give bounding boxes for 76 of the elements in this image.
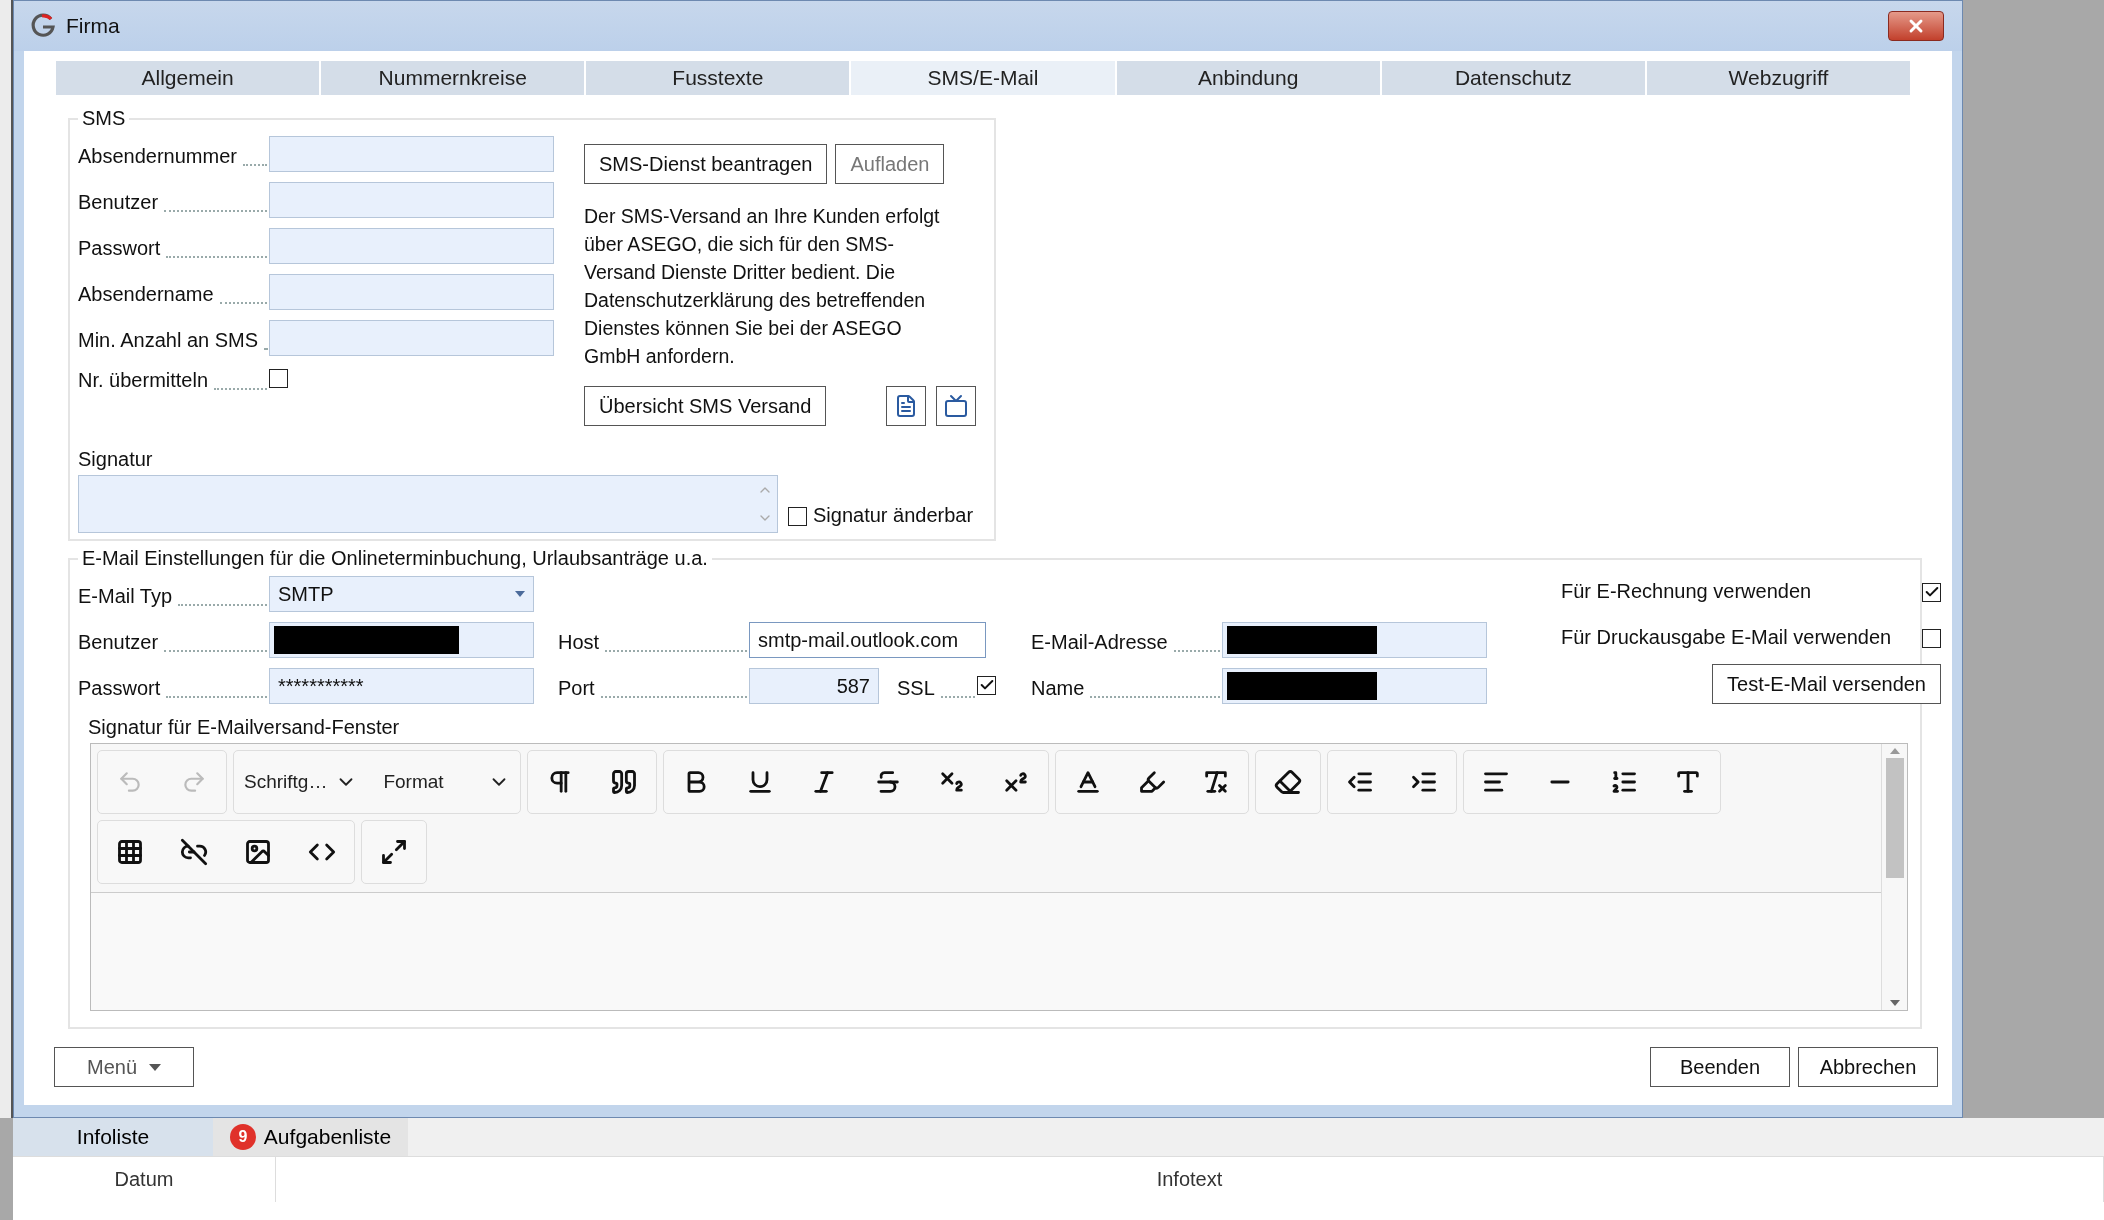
scrollbar[interactable]	[1881, 744, 1907, 1010]
input-field[interactable]	[269, 182, 554, 218]
tv-icon[interactable]	[936, 386, 977, 426]
field-label: SSL	[897, 677, 935, 701]
info-document-icon[interactable]	[886, 386, 927, 426]
field-label: Passwort	[78, 677, 161, 701]
group-legend: SMS	[78, 107, 130, 130]
test-email-button[interactable]: Test-E-Mail versenden	[1712, 664, 1941, 704]
window-title: Firma	[66, 14, 121, 38]
footer-button[interactable]: Beenden	[1650, 1047, 1790, 1087]
font-dropdown[interactable]: Schriftg…	[244, 771, 358, 793]
input-field[interactable]	[269, 274, 554, 310]
field-label: Nr. übermitteln	[78, 369, 209, 393]
tab-label: Aufgabenliste	[263, 1125, 392, 1149]
input-field[interactable]: smtp-mail.outlook.com	[749, 622, 986, 658]
dropdown-arrow-icon	[515, 591, 525, 597]
group-legend: E-Mail Einstellungen für die Onlineterminbuchung, Urlaubsanträge u.a.	[78, 547, 712, 570]
input-field[interactable]: 587	[749, 668, 879, 704]
panel-tab[interactable]: 9 Aufgabenliste	[213, 1118, 408, 1156]
info-text: Der SMS-Versand an Ihre Kunden erfolgt über ASEGO, die sich für den SMS-Versand Dienste Dritter bedient. Die Datenschutzerklärung des betreffenden Dienstes können Sie bei der ASEGO GmbH anfordern.	[584, 204, 941, 369]
tab[interactable]: Fusstexte	[586, 61, 852, 95]
dropdown-arrow-icon	[149, 1063, 161, 1071]
column-header: Infotext	[276, 1157, 2104, 1202]
input-field[interactable]	[269, 622, 534, 658]
input-field[interactable]	[269, 136, 554, 172]
overview-button[interactable]: Übersicht SMS Versand	[584, 386, 827, 426]
leader-line	[1173, 650, 1220, 652]
tab[interactable]: SMS/E-Mail	[851, 61, 1117, 95]
tab[interactable]: Webzugriff	[1646, 61, 1912, 95]
field-label: E-Mail-Adresse	[1031, 631, 1168, 655]
tab-label: Infoliste	[76, 1125, 150, 1149]
field-label: Absendername	[78, 283, 214, 307]
leader-line	[940, 696, 975, 698]
checkbox-label: Für Druckausgabe E-Mail verwenden	[1561, 625, 1892, 650]
field-label: Signatur für E-Mailversand-Fenster	[88, 716, 401, 739]
tab[interactable]: Allgemein	[56, 61, 322, 95]
field-label: Name	[1031, 677, 1085, 701]
close-button[interactable]	[1888, 11, 1944, 41]
field-label: E-Mail Typ	[78, 585, 173, 609]
footer-button[interactable]: Abbrechen	[1798, 1047, 1938, 1087]
field-label: Signatur	[78, 448, 153, 472]
field-label: Benutzer	[78, 631, 159, 655]
count-badge: 9	[229, 1124, 256, 1150]
field-label: Benutzer	[78, 191, 159, 215]
menu-button[interactable]: Menü	[54, 1047, 194, 1087]
input-field[interactable]	[269, 228, 554, 264]
field-label: Passwort	[78, 237, 161, 261]
panel-tab[interactable]: Infoliste	[13, 1118, 213, 1156]
column-header: Datum	[13, 1157, 276, 1202]
tab[interactable]: Anbindung	[1116, 61, 1382, 95]
scroll-up-icon[interactable]	[1889, 748, 1900, 754]
input-field[interactable]	[269, 320, 554, 356]
checkbox[interactable]	[1922, 628, 1941, 648]
checkbox-label: Signatur änderbar	[813, 504, 974, 528]
field-label: Host	[558, 631, 600, 655]
tab[interactable]: Nummernkreise	[321, 61, 587, 95]
field-label: Absendernummer	[78, 145, 237, 169]
leader-line	[214, 388, 267, 390]
checkbox-label: Für E-Rechnung verwenden	[1561, 579, 1812, 604]
checkbox[interactable]	[788, 507, 807, 526]
input-field[interactable]: ***********	[269, 668, 534, 704]
logo-icon	[30, 13, 56, 39]
leader-line	[219, 302, 267, 304]
action-button[interactable]: SMS-Dienst beantragen	[584, 144, 828, 184]
scroll-down-icon[interactable]	[1889, 1000, 1900, 1006]
tab[interactable]: Datenschutz	[1381, 61, 1647, 95]
checkbox[interactable]	[269, 368, 288, 388]
email-type-dropdown[interactable]: SMTP	[269, 576, 534, 612]
format-dropdown[interactable]: Format	[383, 771, 510, 793]
input-field[interactable]	[1222, 668, 1487, 704]
checkbox[interactable]	[977, 675, 996, 695]
checkbox[interactable]	[1922, 582, 1941, 602]
field-label: Port	[558, 677, 595, 701]
input-field[interactable]	[1222, 622, 1487, 658]
field-label: Min. Anzahl an SMS	[78, 329, 259, 353]
leader-line	[242, 164, 267, 166]
